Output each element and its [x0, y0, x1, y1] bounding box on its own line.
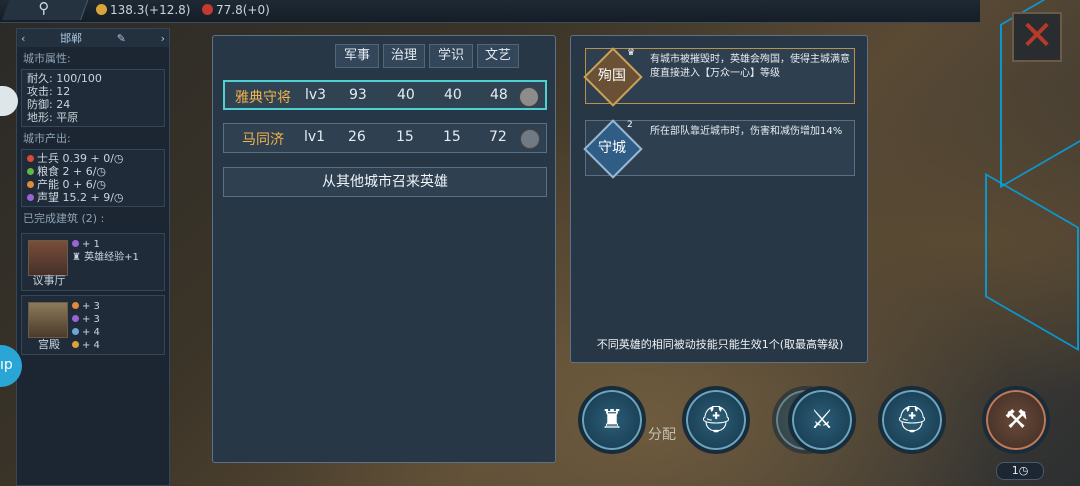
attack: 攻击: 12 [27, 85, 71, 98]
next-city-arrow[interactable]: › [161, 32, 165, 45]
building-effects: + 1 ♜ 英雄经验+1 [72, 239, 139, 263]
castle-icon: ♜ [600, 405, 624, 435]
hero-avatar [520, 129, 540, 149]
unit-count: 1◷ [996, 462, 1044, 480]
hammer-icon [72, 302, 79, 309]
summon-hero-button[interactable]: 从其他城市召来英雄 [223, 167, 547, 197]
gold-icon [96, 4, 107, 15]
gold-resource: 138.3(+12.8) [96, 3, 191, 17]
clock-icon: ◷ [96, 178, 107, 191]
hammer-icon [27, 181, 34, 188]
alarm-icon [202, 4, 213, 15]
tab-govern[interactable]: 治理 [383, 44, 425, 68]
terrain: 地形: 平原 [27, 111, 79, 124]
edit-icon[interactable]: ✎ [117, 32, 126, 45]
helmet-icon: ⛑ [699, 405, 733, 435]
prev-city-arrow[interactable]: ‹ [21, 32, 25, 45]
hero-row[interactable]: 雅典守将 lv3 93 40 40 48 [223, 80, 547, 110]
attack-button[interactable]: ⚔ [788, 386, 856, 454]
hero-row[interactable]: 马同济 lv1 26 15 15 72 [223, 123, 547, 153]
building-effects: + 3 + 3 + 4 + 4 [72, 300, 100, 352]
top-bar: ⚲ 138.3(+12.8) 77.8(+0) [0, 0, 980, 23]
skill-level: 2 [627, 120, 633, 130]
close-icon: ✕ [1020, 13, 1054, 59]
tab-arts[interactable]: 文艺 [477, 44, 519, 68]
tab-military[interactable]: 军事 [335, 44, 379, 68]
clock-icon: ◷ [113, 152, 124, 165]
building-council[interactable]: 议事厅 + 1 ♜ 英雄经验+1 [21, 233, 165, 291]
skill-panel: 殉国 ♛ 有城市被摧毁时，英雄会殉国，使得主城满意度直接进入【万众一心】等级 守… [570, 35, 868, 363]
council-hall-image [28, 240, 68, 276]
assign-label: 分配 [648, 427, 676, 443]
skill-martyr[interactable]: 殉国 ♛ 有城市被摧毁时，英雄会殉国，使得主城满意度直接进入【万众一心】等级 [583, 47, 855, 107]
helmet-button[interactable]: ⛑ [878, 386, 946, 454]
unit-icon: ⚒ [1004, 405, 1028, 435]
city-action-button[interactable]: ♜ [578, 386, 646, 454]
star-icon [72, 315, 79, 322]
search-button[interactable]: ⚲ [1, 0, 90, 20]
sword-icon: ⚔ [810, 405, 834, 435]
search-icon: ⚲ [38, 0, 50, 17]
city-header: ‹ 邯郸 ✎ › [17, 29, 169, 47]
clock-icon: ◷ [1018, 464, 1029, 477]
output-box: 士兵 0.39 + 0/◷ 粮食 2 + 6/◷ 产能 0 + 6/◷ 声望 1… [21, 149, 165, 207]
skill-defend[interactable]: 守城 2 所在部队靠近城市时，伤害和减伤增加14% [583, 119, 855, 179]
city-name: 邯郸 [60, 32, 83, 45]
hero-icon: ♜ [72, 252, 81, 263]
hero-rank-button[interactable]: ⛑ [682, 386, 750, 454]
knowledge-icon [72, 328, 79, 335]
gold-icon [72, 341, 79, 348]
attr-title: 城市属性: [23, 52, 71, 65]
palace-image [28, 302, 68, 338]
star-icon [72, 240, 79, 247]
unit-button[interactable]: ⚒ [982, 386, 1050, 454]
soldier-icon [27, 155, 34, 162]
built-title: 已完成建筑 (2) : [23, 212, 105, 225]
building-palace[interactable]: 宫殿 + 3 + 3 + 4 + 4 [21, 295, 165, 355]
crown-icon: ♛ [627, 48, 636, 58]
star-icon [27, 194, 34, 201]
clock-icon: ◷ [96, 165, 107, 178]
attr-box: 耐久: 100/100 攻击: 12 防御: 24 地形: 平原 [21, 69, 165, 127]
output-prestige: 声望 15.2 + 9/◷ [27, 191, 159, 204]
tab-learning[interactable]: 学识 [429, 44, 473, 68]
hero-panel: 军事 治理 学识 文艺 雅典守将 lv3 93 40 40 48 马同济 lv1… [212, 35, 556, 463]
skill-note: 不同英雄的相同被动技能只能生效1个(取最高等级) [596, 338, 844, 351]
output-soldier: 士兵 0.39 + 0/◷ [27, 152, 159, 165]
output-food: 粮食 2 + 6/◷ [27, 165, 159, 178]
hero-avatar [519, 87, 539, 107]
output-production: 产能 0 + 6/◷ [27, 178, 159, 191]
food-icon [27, 168, 34, 175]
food-resource: 77.8(+0) [202, 3, 270, 17]
defense: 防御: 24 [27, 98, 71, 111]
durability: 耐久: 100/100 [27, 72, 102, 85]
city-info-panel: ‹ 邯郸 ✎ › 城市属性: 耐久: 100/100 攻击: 12 防御: 24… [16, 28, 170, 486]
close-button[interactable]: ✕ [1012, 12, 1062, 62]
clock-icon: ◷ [113, 191, 124, 204]
output-title: 城市产出: [23, 132, 71, 145]
helmet-icon: ⛑ [895, 405, 929, 435]
